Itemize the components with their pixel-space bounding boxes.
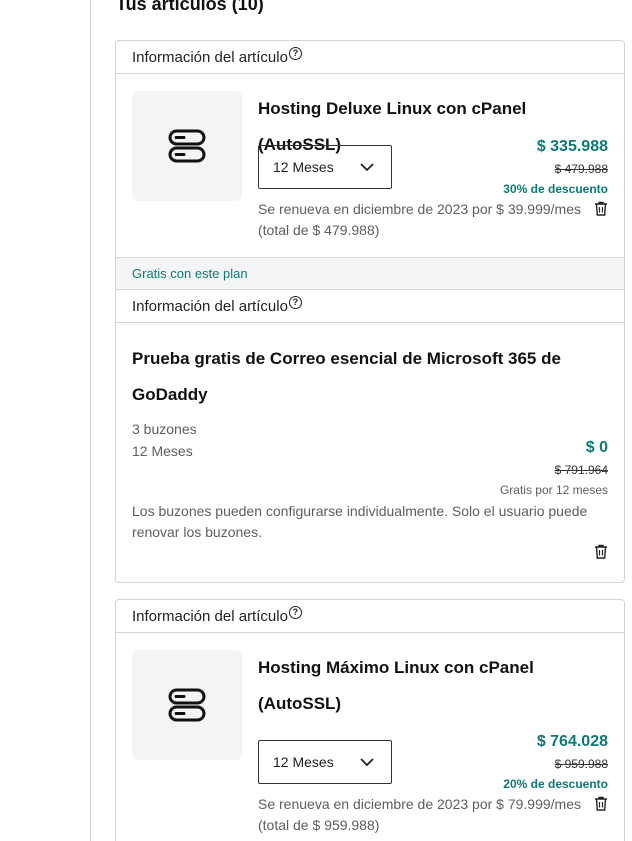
term-text: 12 Meses [132, 443, 193, 459]
product-title-line2: GoDaddy [132, 385, 208, 404]
item-info-label: Información del artículo [132, 607, 288, 625]
item-price: $ 764.028 [536, 733, 608, 750]
product-title-line2: (AutoSSL) [258, 694, 342, 713]
item-info-label: Información del artículo [132, 48, 288, 66]
product-thumbnail [132, 650, 242, 760]
term-select[interactable]: 12 Meses [258, 740, 392, 784]
info-icon[interactable]: ? [288, 295, 302, 309]
cart-item-card: Gratis con este plan Información del art… [115, 257, 625, 583]
term-select[interactable]: 12 Meses [258, 145, 392, 189]
page-title: Tus artículos (10) [116, 0, 264, 14]
free-with-plan-band: Gratis con este plan [116, 257, 624, 290]
product-title-line1: Prueba gratis de Correo esencial de Micr… [132, 349, 561, 368]
cart-item-card: Información del artículo ? Hosting Máxim… [115, 599, 625, 841]
item-price: $ 335.988 [536, 138, 608, 155]
item-original-price: $ 791.964 [554, 463, 608, 477]
product-thumbnail [132, 91, 242, 201]
renewal-text: Se renueva en diciembre de 2023 por $ 39… [258, 201, 581, 238]
item-info-label: Información del artículo [132, 297, 288, 315]
term-select-value: 12 Meses [273, 159, 334, 175]
left-divider [90, 0, 91, 841]
item-info-header: Información del artículo ? [116, 600, 624, 633]
mailbox-count: 3 buzones [132, 421, 197, 437]
renewal-text: Se renueva en diciembre de 2023 por $ 79… [258, 796, 581, 833]
mailbox-description: Los buzones pueden configurarse individu… [132, 503, 588, 540]
server-icon [168, 129, 206, 163]
server-icon [168, 688, 206, 722]
item-original-price: $ 479.988 [554, 162, 608, 176]
discount-badge: 30% de descuento [503, 182, 608, 196]
cart-item-card: Información del artículo ? Hosting Delux… [115, 40, 625, 291]
item-info-header: Información del artículo ? [116, 290, 624, 323]
chevron-down-icon [360, 758, 374, 767]
trash-icon[interactable] [594, 544, 608, 559]
info-icon[interactable]: ? [288, 605, 302, 619]
item-info-header: Información del artículo ? [116, 41, 624, 74]
term-select-value: 12 Meses [273, 754, 334, 770]
item-price: $ 0 [585, 439, 608, 456]
free-duration-note: Gratis por 12 meses [499, 483, 608, 497]
info-icon[interactable]: ? [288, 46, 302, 60]
chevron-down-icon [360, 163, 374, 172]
trash-icon[interactable] [594, 201, 608, 216]
item-original-price: $ 959.988 [554, 757, 608, 771]
product-title-line1: Hosting Máximo Linux con cPanel [258, 658, 534, 677]
discount-badge: 20% de descuento [503, 777, 608, 791]
trash-icon[interactable] [594, 796, 608, 811]
